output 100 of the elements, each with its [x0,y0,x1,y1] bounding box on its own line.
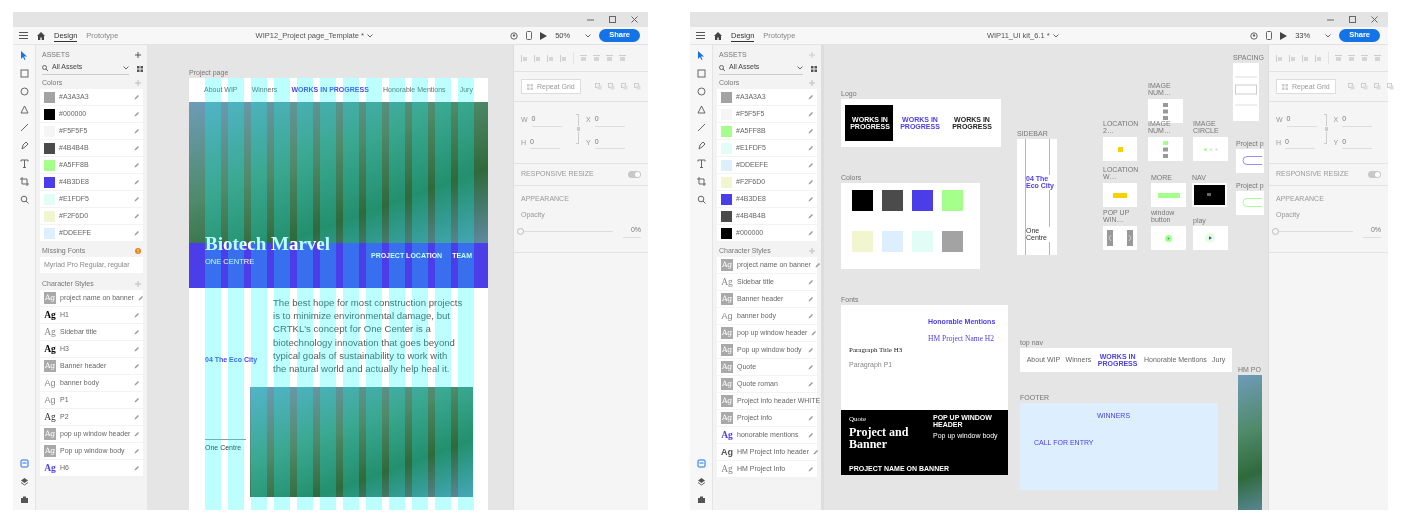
triangle-tool-icon[interactable] [19,105,29,114]
edit-icon[interactable] [808,111,813,117]
boolean-icon[interactable] [1373,83,1381,90]
plugins-icon[interactable] [19,495,29,504]
line-tool-icon[interactable] [696,123,706,132]
align-icon[interactable] [547,54,554,62]
align-icon[interactable] [580,54,587,62]
boolean-icon[interactable] [595,83,602,90]
select-arrow-icon[interactable] [696,51,706,60]
slider-thumb[interactable] [517,227,524,235]
edit-icon[interactable] [134,179,139,185]
toggle-switch[interactable] [1368,171,1381,178]
text-tool-icon[interactable] [696,159,706,168]
align-icon[interactable] [1289,54,1296,62]
edit-icon[interactable] [137,295,143,301]
device-preview-icon[interactable] [526,31,533,40]
lock-ratio-icon[interactable] [576,114,581,144]
edit-icon[interactable] [134,363,139,369]
menu-icon[interactable] [19,32,28,39]
edit-icon[interactable] [808,213,813,219]
edit-icon[interactable] [808,313,813,319]
play-icon[interactable] [540,31,548,40]
align-icon[interactable] [593,54,600,62]
boolean-icon[interactable] [1386,83,1394,90]
edit-icon[interactable] [134,329,139,335]
edit-icon[interactable] [134,230,139,236]
edit-icon[interactable] [134,213,139,219]
edit-icon[interactable] [808,466,813,472]
edit-icon[interactable] [814,262,820,268]
minimize-icon[interactable] [1327,16,1334,23]
edit-icon[interactable] [134,196,139,202]
grid-view-icon[interactable] [137,66,143,72]
chevron-down-icon[interactable] [1052,33,1059,38]
edit-icon[interactable] [134,448,139,454]
edit-icon[interactable] [808,162,813,168]
edit-icon[interactable] [808,279,813,285]
assets-icon[interactable] [696,459,706,468]
align-icon[interactable] [534,54,541,62]
align-icon[interactable] [1335,54,1342,62]
chevron-down-icon[interactable] [585,33,592,38]
profile-icon[interactable] [510,31,519,40]
add-icon[interactable] [135,52,141,58]
edit-icon[interactable] [134,312,139,318]
rectangle-tool-icon[interactable] [19,69,29,78]
close-icon[interactable] [1371,16,1378,23]
toggle-switch[interactable] [628,171,641,178]
close-icon[interactable] [631,16,638,23]
align-icon[interactable] [521,54,528,62]
lock-ratio-icon[interactable] [1323,114,1329,144]
align-icon[interactable] [1315,54,1322,62]
edit-icon[interactable] [134,465,139,471]
ellipse-tool-icon[interactable] [19,87,29,96]
edit-icon[interactable] [808,432,813,438]
layers-icon[interactable] [696,477,706,486]
boolean-icon[interactable] [621,83,628,90]
edit-icon[interactable] [134,397,139,403]
grid-view-icon[interactable] [811,66,817,72]
triangle-tool-icon[interactable] [696,105,706,114]
rectangle-tool-icon[interactable] [696,69,706,78]
edit-icon[interactable] [808,381,813,387]
ellipse-tool-icon[interactable] [696,87,706,96]
edit-icon[interactable] [808,128,813,134]
edit-icon[interactable] [808,415,813,421]
edit-icon[interactable] [134,380,139,386]
layers-icon[interactable] [19,477,29,486]
home-icon[interactable] [714,31,722,40]
pen-tool-icon[interactable] [19,141,29,150]
select-arrow-icon[interactable] [19,51,29,60]
play-icon[interactable] [1280,31,1288,40]
edit-icon[interactable] [808,94,813,100]
zoom-icon[interactable] [696,195,706,204]
edit-icon[interactable] [808,179,813,185]
minimize-icon[interactable] [587,16,594,23]
chevron-down-icon[interactable] [367,33,373,38]
edit-icon[interactable] [134,346,139,352]
edit-icon[interactable] [134,145,139,151]
chevron-down-icon[interactable] [123,65,129,70]
zoom-icon[interactable] [19,195,29,204]
edit-icon[interactable] [134,414,139,420]
align-icon[interactable] [1348,54,1355,62]
align-icon[interactable] [1361,54,1368,62]
chevron-down-icon[interactable] [797,65,803,70]
boolean-icon[interactable] [608,83,615,90]
boolean-icon[interactable] [1360,83,1368,90]
device-preview-icon[interactable] [1266,31,1273,40]
align-icon[interactable] [619,54,626,62]
edit-icon[interactable] [808,196,813,202]
chevron-down-icon[interactable] [1325,33,1332,38]
text-tool-icon[interactable] [19,159,29,168]
edit-icon[interactable] [134,128,139,134]
pen-tool-icon[interactable] [696,141,706,150]
edit-icon[interactable] [808,230,813,236]
profile-icon[interactable] [1250,31,1259,40]
assets-icon[interactable] [19,459,29,468]
edit-icon[interactable] [808,364,813,370]
edit-icon[interactable] [808,145,813,151]
edit-icon[interactable] [813,449,818,455]
edit-icon[interactable] [134,162,139,168]
slider-thumb[interactable] [1272,227,1279,235]
edit-icon[interactable] [808,296,813,302]
